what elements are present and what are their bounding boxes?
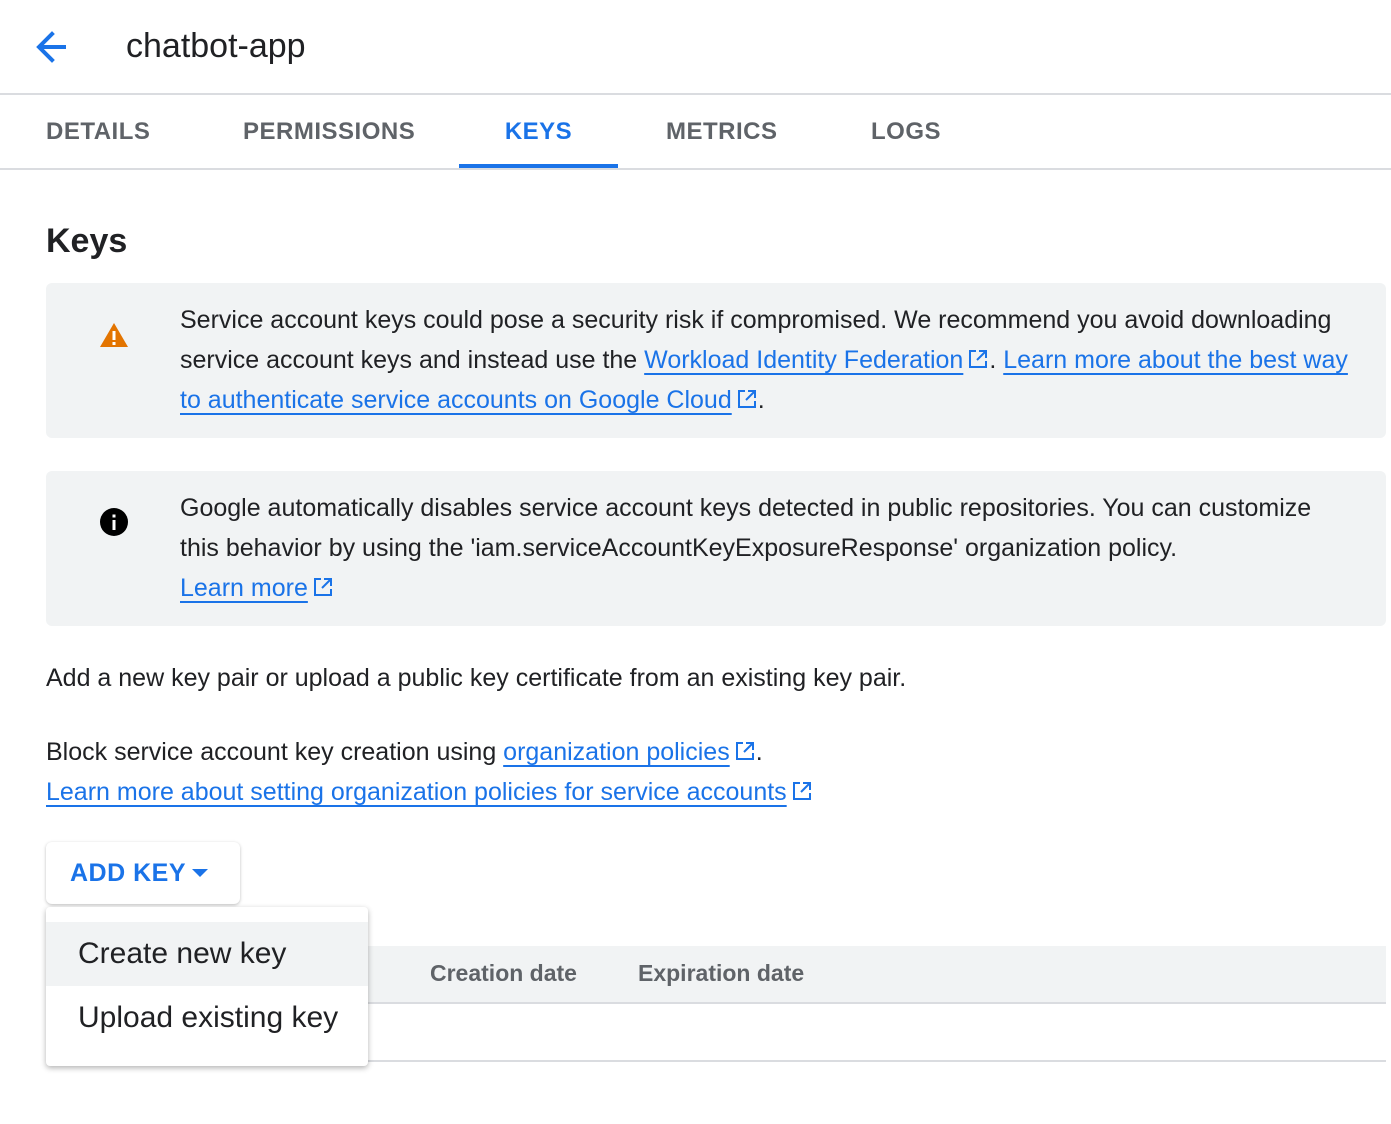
workload-identity-link[interactable]: Workload Identity Federation (644, 346, 963, 374)
warning-text-part: . (757, 386, 765, 414)
block-text: Block service account key creation using (46, 738, 504, 766)
page-header: chatbot-app (0, 0, 1391, 95)
warning-banner: Service account keys could pose a securi… (46, 283, 1386, 438)
external-link-icon (969, 350, 988, 368)
add-key-label: ADD KEY (70, 859, 187, 887)
tab-keys[interactable]: KEYS (459, 95, 618, 168)
tab-bar: DETAILS PERMISSIONS KEYS METRICS LOGS (0, 95, 1391, 170)
warning-icon (98, 319, 130, 351)
info-text: Google automatically disables service ac… (180, 488, 1356, 608)
external-link-icon (735, 742, 754, 760)
section-heading: Keys (46, 222, 128, 260)
active-tab-indicator (459, 164, 618, 168)
info-icon (98, 506, 130, 538)
external-link-icon (737, 390, 756, 408)
tab-permissions[interactable]: PERMISSIONS (243, 95, 415, 168)
info-banner: Google automatically disables service ac… (46, 471, 1386, 626)
tab-details[interactable]: DETAILS (46, 95, 150, 168)
external-link-icon (313, 578, 332, 596)
block-text-end: . (755, 738, 763, 766)
menu-item-create-new-key[interactable]: Create new key (46, 922, 368, 986)
warning-text-part: . (989, 346, 1004, 374)
info-text-part: Google automatically disables service ac… (180, 494, 1312, 562)
menu-item-upload-existing-key[interactable]: Upload existing key (46, 986, 368, 1050)
tab-logs[interactable]: LOGS (871, 95, 941, 168)
organization-policies-link[interactable]: organization policies (503, 738, 730, 766)
block-key-creation-text: Block service account key creation using… (46, 732, 813, 812)
tab-metrics[interactable]: METRICS (666, 95, 778, 168)
learn-more-org-policies-link[interactable]: Learn more about setting organization po… (46, 778, 787, 806)
learn-more-link[interactable]: Learn more (180, 574, 308, 602)
add-key-button[interactable]: ADD KEY (46, 842, 240, 904)
warning-text: Service account keys could pose a securi… (180, 300, 1356, 420)
arrow-back-icon[interactable] (30, 26, 78, 68)
add-key-menu: Create new key Upload existing key (46, 907, 368, 1066)
add-key-description: Add a new key pair or upload a public ke… (46, 664, 907, 692)
column-expiration-date[interactable]: Expiration date (638, 960, 804, 987)
caret-down-icon (192, 869, 208, 877)
column-creation-date[interactable]: Creation date (430, 960, 577, 987)
page-title: chatbot-app (126, 27, 306, 65)
external-link-icon (792, 782, 811, 800)
